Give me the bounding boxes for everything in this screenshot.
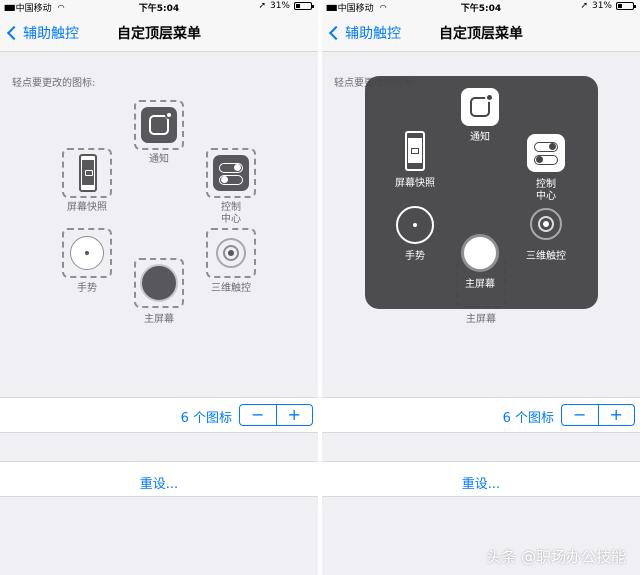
3d-touch-icon xyxy=(216,238,246,268)
right-screen: ▮▮▮▮ 中国移动 ◠ 下午5:04 ➚ 31% 辅助触控 自定顶层菜单 轻点要… xyxy=(322,0,640,575)
menu-label-control-center-2: 中心 xyxy=(536,191,556,202)
reset-button[interactable]: 重设... xyxy=(0,473,318,492)
left-screen: ▮▮▮▮ 中国移动 ◠ 下午5:04 ➚ 31% 辅助触控 自定顶层菜单 轻点要… xyxy=(0,0,318,575)
menu-notification-icon[interactable] xyxy=(461,88,499,126)
icon-count-label: 6 个图标 xyxy=(502,411,554,426)
battery-icon xyxy=(616,2,636,10)
slot-notification[interactable] xyxy=(134,100,184,150)
location-icon: ➚ xyxy=(580,1,588,11)
battery-percent: 31% xyxy=(269,1,290,11)
menu-screenshot-icon[interactable] xyxy=(405,131,425,171)
reset-row: 重设... xyxy=(0,461,318,497)
battery-icon xyxy=(294,2,314,10)
section-label: 轻点要更改的图标: xyxy=(12,78,96,89)
menu-label-home: 主屏幕 xyxy=(465,279,495,290)
reset-row: 重设... xyxy=(322,461,640,497)
menu-label-screenshot: 屏幕快照 xyxy=(395,178,435,189)
menu-label-control-center-1: 控制 xyxy=(536,179,556,190)
gesture-icon xyxy=(70,236,104,270)
plus-button[interactable]: + xyxy=(275,405,313,425)
battery-percent: 31% xyxy=(591,1,612,11)
control-center-icon xyxy=(213,155,249,191)
page-title: 自定顶层菜单 xyxy=(117,26,201,42)
slot-gesture[interactable] xyxy=(62,228,112,278)
minus-button[interactable]: − xyxy=(240,405,276,425)
home-icon xyxy=(140,264,178,302)
reset-button[interactable]: 重设... xyxy=(322,473,640,492)
menu-home-icon[interactable] xyxy=(461,234,499,272)
icon-count-stepper[interactable]: − + xyxy=(561,404,635,426)
menu-gesture-icon[interactable] xyxy=(396,206,434,244)
label-control-center-2: 中心 xyxy=(221,214,241,225)
slot-home[interactable] xyxy=(134,258,184,308)
slot-control-center[interactable] xyxy=(206,148,256,198)
label-home: 主屏幕 xyxy=(466,314,496,325)
label-notification: 通知 xyxy=(149,154,169,165)
menu-label-gesture: 手势 xyxy=(405,251,425,262)
slot-screenshot[interactable] xyxy=(62,148,112,198)
label-home: 主屏幕 xyxy=(144,314,174,325)
label-gesture: 手势 xyxy=(77,283,97,294)
label-screenshot: 屏幕快照 xyxy=(67,202,107,213)
icon-count-row: 6 个图标 − + xyxy=(322,397,640,433)
icon-count-row: 6 个图标 − + xyxy=(0,397,318,433)
status-bar: ▮▮▮▮ 中国移动 ◠ 下午5:04 ➚ 31% xyxy=(322,0,640,14)
notification-icon xyxy=(141,107,177,143)
minus-button[interactable]: − xyxy=(562,405,598,425)
slot-3d-touch[interactable] xyxy=(206,228,256,278)
icon-count-stepper[interactable]: − + xyxy=(239,404,313,426)
menu-control-center-icon[interactable] xyxy=(527,134,565,172)
location-icon: ➚ xyxy=(258,1,266,11)
icon-count-label: 6 个图标 xyxy=(180,411,232,426)
nav-bar: 辅助触控 自定顶层菜单 xyxy=(0,14,318,52)
assistive-touch-menu: 通知 屏幕快照 控制 中心 手势 主屏幕 三维触控 xyxy=(365,76,598,309)
label-control-center-1: 控制 xyxy=(221,202,241,213)
watermark: 头条 @职场办公技能 xyxy=(486,548,626,566)
menu-label-3d-touch: 三维触控 xyxy=(526,251,566,262)
nav-bar: 辅助触控 自定顶层菜单 xyxy=(322,14,640,52)
plus-button[interactable]: + xyxy=(597,405,635,425)
label-3d-touch: 三维触控 xyxy=(211,283,251,294)
page-title: 自定顶层菜单 xyxy=(439,26,523,42)
status-bar: ▮▮▮▮ 中国移动 ◠ 下午5:04 ➚ 31% xyxy=(0,0,318,14)
menu-label-notification: 通知 xyxy=(470,132,490,143)
screenshot-icon xyxy=(79,154,97,192)
menu-3d-touch-icon[interactable] xyxy=(530,208,562,240)
